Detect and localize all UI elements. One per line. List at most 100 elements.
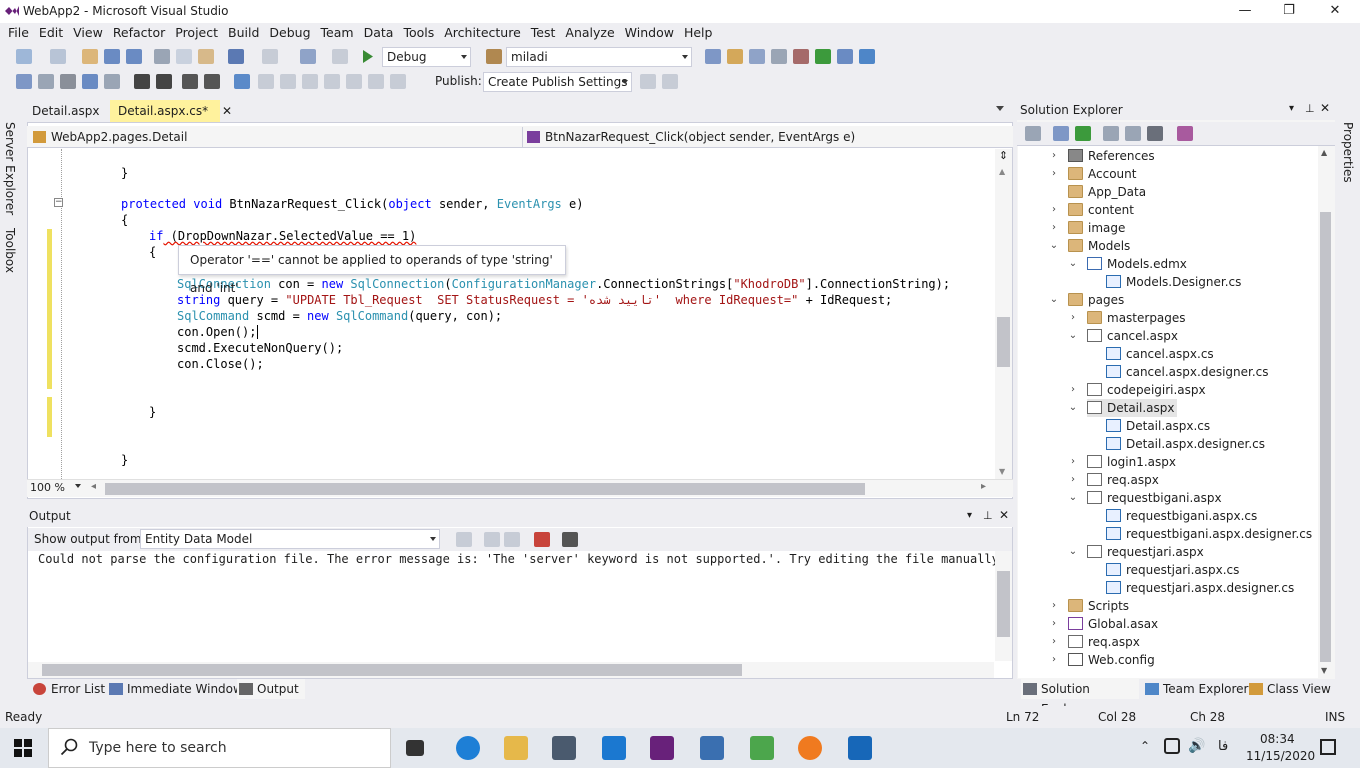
indent-icon[interactable] [134, 74, 150, 89]
tab-class-view[interactable]: Class View [1247, 679, 1331, 699]
scroll-up-icon[interactable]: ▲ [999, 167, 1005, 176]
start-debugging-icon[interactable] [362, 49, 374, 64]
cut-icon[interactable] [154, 49, 170, 64]
se-sync-icon[interactable] [1053, 126, 1069, 141]
class-dropdown[interactable]: WebApp2.pages.Detail [29, 127, 519, 147]
output-find-icon[interactable] [456, 532, 472, 547]
clear-all-icon[interactable] [534, 532, 550, 547]
taskbar-search-input[interactable]: Type here to search [48, 728, 391, 768]
menu-team[interactable]: Team [316, 23, 359, 43]
redo-icon[interactable] [262, 49, 278, 64]
edge-browser-icon[interactable] [456, 736, 480, 760]
output-source-dropdown[interactable]: Entity Data Model [140, 529, 440, 549]
menu-project[interactable]: Project [170, 23, 223, 43]
server-explorer-tab[interactable]: Server Explorer [3, 122, 17, 215]
save-all-icon[interactable] [126, 49, 142, 64]
zoom-level[interactable]: 100 % [30, 481, 65, 494]
input-language[interactable]: فا [1218, 739, 1228, 754]
bookmark-clear-icon[interactable] [346, 74, 362, 89]
split-icon[interactable]: ⇕ [997, 149, 1010, 163]
tab-list-dropdown-icon[interactable] [996, 106, 1004, 111]
store-icon[interactable] [552, 736, 576, 760]
toolbox-tab[interactable]: Toolbox [3, 228, 17, 273]
se-refresh-icon[interactable] [1075, 126, 1091, 141]
visual-studio-taskbar-icon[interactable] [650, 736, 674, 760]
tree-node-detail-aspx[interactable]: ⌄ Detail.aspx [1069, 399, 1177, 417]
output-scroll-thumb[interactable] [997, 571, 1010, 637]
bookmark-extra-icon[interactable] [390, 74, 406, 89]
bookmark-folder-icon[interactable] [324, 74, 340, 89]
copy-icon[interactable] [176, 49, 192, 64]
editor-vertical-scrollbar[interactable]: ⇕ ▲ ▼ [995, 149, 1012, 479]
navigate-icon[interactable] [300, 49, 316, 64]
configuration-dropdown[interactable]: Debug [382, 47, 471, 67]
output-pin-icon[interactable]: ⊥ [983, 509, 993, 522]
output-dropdown-icon[interactable]: ▾ [967, 510, 972, 521]
tab-output[interactable]: Output [237, 679, 305, 699]
tab-detail-aspx-cs[interactable]: Detail.aspxDetail.aspx.cs*✕ [110, 100, 232, 122]
undo-icon[interactable] [228, 49, 244, 64]
menu-edit[interactable]: Edit [34, 23, 68, 43]
tab-team-explorer[interactable]: Team Explorer [1143, 679, 1249, 699]
save-icon[interactable] [104, 49, 120, 64]
app-taskbar-icon[interactable] [700, 736, 724, 760]
menu-debug[interactable]: Debug [264, 23, 315, 43]
member-dropdown[interactable]: BtnNazarRequest_Click(object sender, Eve… [522, 127, 1011, 147]
tool-icon-6[interactable] [815, 49, 831, 64]
output-hscroll-thumb[interactable] [42, 664, 742, 676]
se-home-icon[interactable] [1025, 126, 1041, 141]
bookmark-window-icon[interactable] [368, 74, 384, 89]
notifications-icon[interactable] [1320, 739, 1336, 755]
menu-file[interactable]: File [3, 23, 34, 43]
tool-icon-7[interactable] [837, 49, 853, 64]
sql-server-icon[interactable] [848, 736, 872, 760]
user-dropdown[interactable]: miladi [506, 47, 692, 67]
navigate-forward-icon[interactable] [332, 49, 348, 64]
menu-help[interactable]: Help [679, 23, 718, 43]
minimize-button[interactable]: — [1222, 0, 1268, 23]
tool-icon-5[interactable] [793, 49, 809, 64]
paste-icon[interactable] [198, 49, 214, 64]
scroll-thumb[interactable] [997, 317, 1010, 367]
add-item-icon[interactable] [50, 49, 66, 64]
browser-link-icon[interactable] [486, 49, 502, 64]
output-vertical-scrollbar[interactable] [995, 551, 1012, 661]
network-icon[interactable] [1164, 738, 1180, 754]
text-tool-icon-4[interactable] [82, 74, 98, 89]
text-tool-icon-2[interactable] [38, 74, 54, 89]
bookmark-icon[interactable] [234, 74, 250, 89]
task-view-icon[interactable] [406, 740, 424, 756]
menu-refactor[interactable]: Refactor [108, 23, 170, 43]
tool-icon-2[interactable] [727, 49, 743, 64]
file-explorer-icon[interactable] [504, 736, 528, 760]
comment-icon[interactable] [182, 74, 198, 89]
zoom-dropdown-icon[interactable] [75, 484, 81, 488]
properties-tab[interactable]: Properties [1341, 122, 1355, 183]
tab-immediate-window[interactable]: Immediate Window [107, 679, 243, 699]
close-tab-icon[interactable]: ✕ [222, 100, 232, 122]
se-preview-icon[interactable] [1177, 126, 1193, 141]
output-close-icon[interactable]: ✕ [999, 508, 1009, 522]
publish-settings-dropdown[interactable]: Create Publish Settings [483, 72, 632, 92]
text-tool-icon-1[interactable] [16, 74, 32, 89]
ide-taskbar-icon[interactable] [750, 736, 774, 760]
open-file-icon[interactable] [82, 49, 98, 64]
clock-date[interactable]: 11/15/2020 [1246, 749, 1315, 763]
menu-test[interactable]: Test [526, 23, 561, 43]
tray-chevron-icon[interactable]: ⌃ [1140, 739, 1150, 753]
scroll-down-icon[interactable]: ▼ [999, 467, 1005, 476]
output-prev-icon[interactable] [484, 532, 500, 547]
uncomment-icon[interactable] [204, 74, 220, 89]
menu-window[interactable]: Window [620, 23, 679, 43]
se-properties-icon[interactable] [1147, 126, 1163, 141]
menu-data[interactable]: Data [359, 23, 399, 43]
se-show-all-files-icon[interactable] [1125, 126, 1141, 141]
scroll-right-icon[interactable]: ▸ [981, 481, 986, 492]
maximize-button[interactable]: ❐ [1266, 0, 1312, 23]
clock-time[interactable]: 08:34 [1260, 732, 1295, 746]
tab-detail-aspx[interactable]: Detail.aspx [24, 100, 108, 122]
se-scroll-up-icon[interactable]: ▲ [1321, 148, 1327, 157]
text-tool-icon-3[interactable] [60, 74, 76, 89]
outdent-icon[interactable] [156, 74, 172, 89]
menu-view[interactable]: View [68, 23, 108, 43]
